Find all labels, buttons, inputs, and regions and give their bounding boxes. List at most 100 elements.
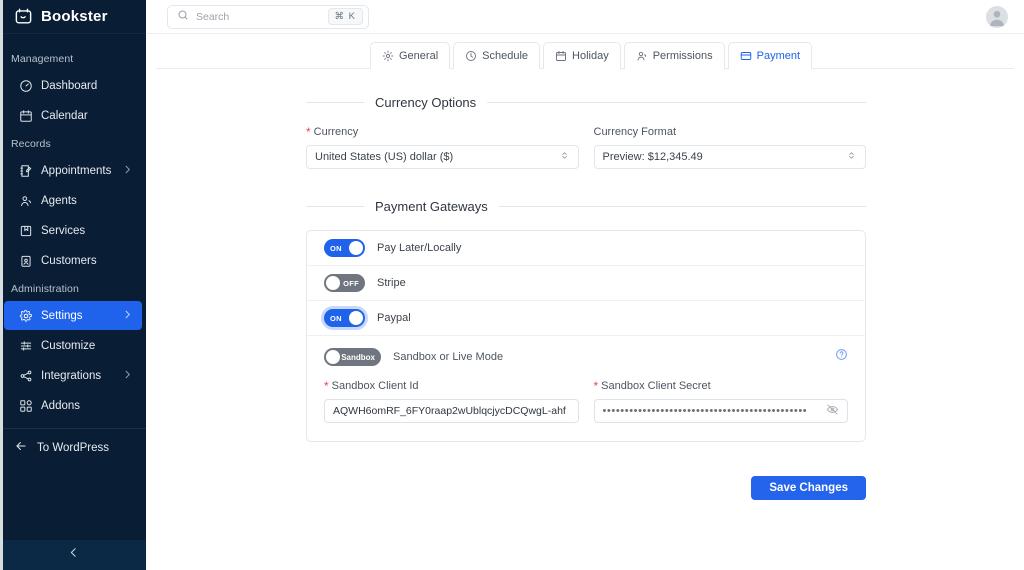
sandbox-client-secret-value: ••••••••••••••••••••••••••••••••••••••••… bbox=[602, 405, 808, 417]
save-changes-button[interactable]: Save Changes bbox=[751, 476, 866, 500]
user-check-icon bbox=[636, 50, 648, 62]
credit-card-icon bbox=[740, 50, 752, 62]
sandbox-client-id-field: * Sandbox Client Id AQWH6omRF_6FY0raap2w… bbox=[324, 380, 579, 423]
toggle-sandbox-mode[interactable]: Sandbox bbox=[324, 348, 381, 366]
toggle-state-label: ON bbox=[330, 313, 342, 323]
required-asterisk: * bbox=[324, 379, 329, 393]
chevron-right-icon bbox=[122, 309, 133, 323]
toggle-pay-later[interactable]: ON bbox=[324, 239, 365, 257]
sidebar-item-label: Services bbox=[41, 224, 86, 237]
section-title: Currency Options bbox=[375, 95, 477, 110]
tab-label: Permissions bbox=[652, 50, 713, 62]
sandbox-client-id-input[interactable]: AQWH6omRF_6FY0raap2wUblqcjycDCQwgL-ahf bbox=[324, 399, 579, 423]
sidebar-item-label: Agents bbox=[41, 194, 77, 207]
notebook-pen-icon bbox=[18, 163, 33, 178]
tab-label: Schedule bbox=[482, 50, 529, 62]
toggle-paypal[interactable]: ON bbox=[324, 309, 365, 327]
sidebar-item-label: Customers bbox=[41, 254, 97, 267]
gateway-row-paypal: ON Paypal bbox=[307, 301, 865, 336]
arrow-left-icon bbox=[14, 439, 28, 456]
search-placeholder: Search bbox=[196, 10, 230, 23]
sandbox-client-id-label: Sandbox Client Id bbox=[331, 380, 419, 392]
app-root: Bookster Management Dashboard Calendar R… bbox=[0, 0, 1024, 570]
tab-holiday[interactable]: Holiday bbox=[543, 42, 621, 69]
avatar[interactable] bbox=[986, 5, 1008, 28]
question-circle-icon[interactable] bbox=[835, 348, 848, 366]
currency-format-label-wrap: Currency Format bbox=[594, 126, 867, 138]
sidebar: Bookster Management Dashboard Calendar R… bbox=[0, 0, 146, 570]
tab-general[interactable]: General bbox=[370, 42, 451, 69]
nav-section-management: Management bbox=[11, 53, 74, 65]
required-asterisk: * bbox=[306, 125, 311, 139]
toggle-state-label: ON bbox=[330, 243, 342, 253]
sandbox-client-id-label-wrap: * Sandbox Client Id bbox=[324, 380, 579, 392]
tab-label: Holiday bbox=[572, 50, 609, 62]
nav-section-administration: Administration bbox=[11, 283, 79, 295]
chevron-left-icon bbox=[67, 546, 80, 564]
sidebar-item-label: Integrations bbox=[41, 369, 102, 382]
main-area: Search ⌘ K General Schedule Holiday Perm… bbox=[146, 0, 1024, 570]
sandbox-client-secret-field: * Sandbox Client Secret ••••••••••••••••… bbox=[593, 380, 849, 423]
sidebar-collapse-button[interactable] bbox=[0, 540, 146, 570]
sidebar-item-to-wordpress[interactable]: To WordPress bbox=[0, 433, 146, 462]
search-shortcut-badge: ⌘ K bbox=[327, 8, 363, 25]
payment-settings-content: Currency Options * Currency United State… bbox=[146, 69, 1024, 570]
calendar-icon bbox=[555, 50, 567, 62]
tab-payment[interactable]: Payment bbox=[727, 42, 813, 69]
divider-right bbox=[487, 102, 866, 103]
chevron-updown-icon bbox=[559, 150, 570, 164]
currency-format-select[interactable]: Preview: $12,345.49 bbox=[593, 145, 866, 169]
sidebar-item-appointments[interactable]: Appointments bbox=[4, 156, 142, 185]
clock-icon bbox=[465, 50, 477, 62]
toggle-stripe[interactable]: OFF bbox=[324, 274, 365, 292]
sidebar-item-label: Settings bbox=[41, 309, 83, 322]
sidebar-edge-strip bbox=[0, 0, 3, 570]
paypal-mode-row: Sandbox Sandbox or Live Mode bbox=[324, 348, 848, 366]
contact-card-icon bbox=[18, 253, 33, 268]
tab-label: General bbox=[399, 50, 439, 62]
sandbox-client-id-value: AQWH6omRF_6FY0raap2wUblqcjycDCQwgL-ahf bbox=[333, 405, 566, 417]
gateway-row-pay-later: ON Pay Later/Locally bbox=[307, 231, 865, 266]
tab-label: Payment bbox=[756, 50, 801, 62]
sidebar-item-integrations[interactable]: Integrations bbox=[4, 361, 142, 390]
section-title: Payment Gateways bbox=[375, 199, 488, 214]
blocks-icon bbox=[18, 398, 33, 413]
sidebar-item-calendar[interactable]: Calendar bbox=[4, 101, 142, 130]
divider-right bbox=[498, 206, 866, 207]
chevron-updown-icon bbox=[846, 150, 857, 164]
paypal-settings-panel: Sandbox Sandbox or Live Mode * Sandbox C… bbox=[307, 336, 865, 441]
sidebar-item-services[interactable]: Services bbox=[4, 216, 142, 245]
sidebar-item-customize[interactable]: Customize bbox=[4, 331, 142, 360]
sidebar-item-customers[interactable]: Customers bbox=[4, 246, 142, 275]
search-input[interactable]: Search ⌘ K bbox=[167, 4, 369, 29]
sandbox-client-secret-input[interactable]: ••••••••••••••••••••••••••••••••••••••••… bbox=[593, 399, 848, 423]
currency-format-field: Currency Format Preview: $12,345.49 bbox=[593, 126, 867, 169]
brand-name: Bookster bbox=[41, 8, 108, 25]
sliders-icon bbox=[18, 338, 33, 353]
sandbox-client-secret-label: Sandbox Client Secret bbox=[601, 380, 711, 392]
search-icon bbox=[177, 8, 189, 26]
sidebar-item-label: Customize bbox=[41, 339, 96, 352]
sidebar-item-label: Calendar bbox=[41, 109, 88, 122]
divider-left bbox=[306, 102, 364, 103]
paypal-mode-hint: Sandbox or Live Mode bbox=[393, 351, 504, 363]
tab-permissions[interactable]: Permissions bbox=[623, 42, 725, 69]
gateway-label: Stripe bbox=[377, 277, 406, 289]
sandbox-client-secret-label-wrap: * Sandbox Client Secret bbox=[594, 380, 849, 392]
eye-slash-icon[interactable] bbox=[826, 403, 839, 419]
toggle-knob bbox=[349, 241, 363, 255]
calendar-icon bbox=[18, 108, 33, 123]
sidebar-item-addons[interactable]: Addons bbox=[4, 391, 142, 420]
currency-select[interactable]: United States (US) dollar ($) bbox=[306, 145, 579, 169]
currency-field: * Currency United States (US) dollar ($) bbox=[306, 126, 579, 169]
sidebar-item-label: Addons bbox=[41, 399, 81, 412]
sidebar-item-agents[interactable]: Agents bbox=[4, 186, 142, 215]
brand[interactable]: Bookster bbox=[0, 0, 146, 34]
sidebar-item-label: Appointments bbox=[41, 164, 112, 177]
currency-value: United States (US) dollar ($) bbox=[315, 151, 454, 163]
speedometer-icon bbox=[18, 78, 33, 93]
tab-schedule[interactable]: Schedule bbox=[453, 42, 541, 69]
paypal-credential-fields: * Sandbox Client Id AQWH6omRF_6FY0raap2w… bbox=[324, 380, 848, 423]
sidebar-item-settings[interactable]: Settings bbox=[4, 301, 142, 330]
sidebar-item-dashboard[interactable]: Dashboard bbox=[4, 71, 142, 100]
